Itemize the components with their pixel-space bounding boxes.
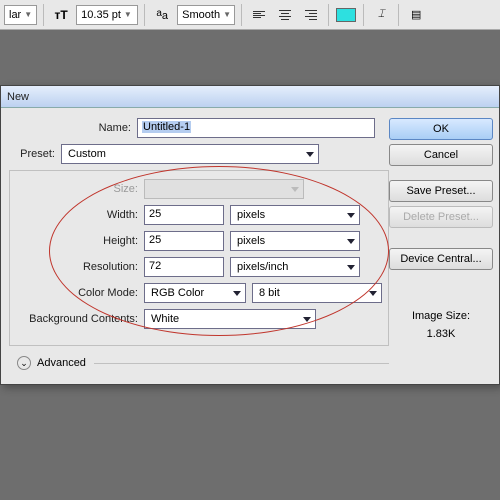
chevron-down-icon: ▼	[223, 10, 231, 19]
height-unit-dropdown[interactable]: pixels	[230, 231, 360, 251]
options-toolbar: lar ▼ тT 10.35 pt ▼ aa Smooth ▼ ⌶ ▤	[0, 0, 500, 30]
advanced-toggle[interactable]: ⌄ Advanced	[9, 356, 389, 370]
align-right-button[interactable]	[300, 4, 322, 26]
bgcontents-label: Background Contents:	[16, 313, 144, 325]
size-dropdown	[144, 179, 304, 199]
chevron-down-icon	[233, 291, 241, 296]
delete-preset-button: Delete Preset...	[389, 206, 493, 228]
font-style-dropdown[interactable]: lar ▼	[4, 5, 37, 25]
colormode-label: Color Mode:	[16, 287, 144, 299]
new-document-dialog: New Name: Untitled-1 Preset: Custom Size…	[0, 85, 500, 385]
separator	[144, 4, 145, 26]
chevron-down-icon	[347, 265, 355, 270]
separator	[43, 4, 44, 26]
dialog-titlebar[interactable]: New	[1, 86, 499, 108]
size-label: Size:	[16, 183, 144, 195]
name-label: Name:	[9, 122, 137, 134]
font-size-icon: тT	[50, 4, 72, 26]
image-size-display: Image Size: 1.83K	[389, 310, 493, 340]
preset-label: Preset:	[9, 148, 61, 160]
font-size-dropdown[interactable]: 10.35 pt ▼	[76, 5, 138, 25]
dialog-title: New	[7, 91, 29, 103]
bitdepth-dropdown[interactable]: 8 bit	[252, 283, 382, 303]
antialias-dropdown[interactable]: Smooth ▼	[177, 5, 235, 25]
antialias-icon: aa	[151, 4, 173, 26]
bgcontents-dropdown[interactable]: White	[144, 309, 316, 329]
height-input[interactable]: 25	[144, 231, 224, 251]
chevron-down-icon: ▼	[124, 10, 132, 19]
separator	[94, 363, 389, 364]
width-input[interactable]: 25	[144, 205, 224, 225]
resolution-label: Resolution:	[16, 261, 144, 273]
font-style-tail: lar	[9, 9, 21, 21]
font-size-value: 10.35 pt	[81, 9, 121, 21]
dimensions-group: Size: Width: 25 pixels Height: 25 pixels	[9, 170, 389, 346]
save-preset-button[interactable]: Save Preset...	[389, 180, 493, 202]
separator	[363, 4, 364, 26]
width-unit-dropdown[interactable]: pixels	[230, 205, 360, 225]
chevron-down-icon	[347, 239, 355, 244]
advanced-label: Advanced	[37, 357, 86, 369]
warp-text-button[interactable]: ⌶	[370, 4, 392, 26]
chevron-down-icon	[291, 187, 299, 192]
device-central-button[interactable]: Device Central...	[389, 248, 493, 270]
chevron-down-icon	[347, 213, 355, 218]
align-center-button[interactable]	[274, 4, 296, 26]
chevron-down-icon: ▼	[24, 10, 32, 19]
separator	[241, 4, 242, 26]
chevron-down-icon	[306, 152, 314, 157]
separator	[328, 4, 329, 26]
name-value: Untitled-1	[142, 121, 191, 133]
width-label: Width:	[16, 209, 144, 221]
align-left-button[interactable]	[248, 4, 270, 26]
preset-dropdown[interactable]: Custom	[61, 144, 319, 164]
image-size-value: 1.83K	[389, 328, 493, 340]
colormode-dropdown[interactable]: RGB Color	[144, 283, 246, 303]
preset-value: Custom	[68, 148, 106, 160]
ok-button[interactable]: OK	[389, 118, 493, 140]
chevron-down-icon: ⌄	[17, 356, 31, 370]
resolution-input[interactable]: 72	[144, 257, 224, 277]
antialias-value: Smooth	[182, 9, 220, 21]
panels-button[interactable]: ▤	[405, 4, 427, 26]
chevron-down-icon	[303, 317, 311, 322]
chevron-down-icon	[369, 291, 377, 296]
text-color-swatch[interactable]	[335, 4, 357, 26]
separator	[398, 4, 399, 26]
height-label: Height:	[16, 235, 144, 247]
name-input[interactable]: Untitled-1	[137, 118, 375, 138]
image-size-label: Image Size:	[389, 310, 493, 322]
cancel-button[interactable]: Cancel	[389, 144, 493, 166]
resolution-unit-dropdown[interactable]: pixels/inch	[230, 257, 360, 277]
